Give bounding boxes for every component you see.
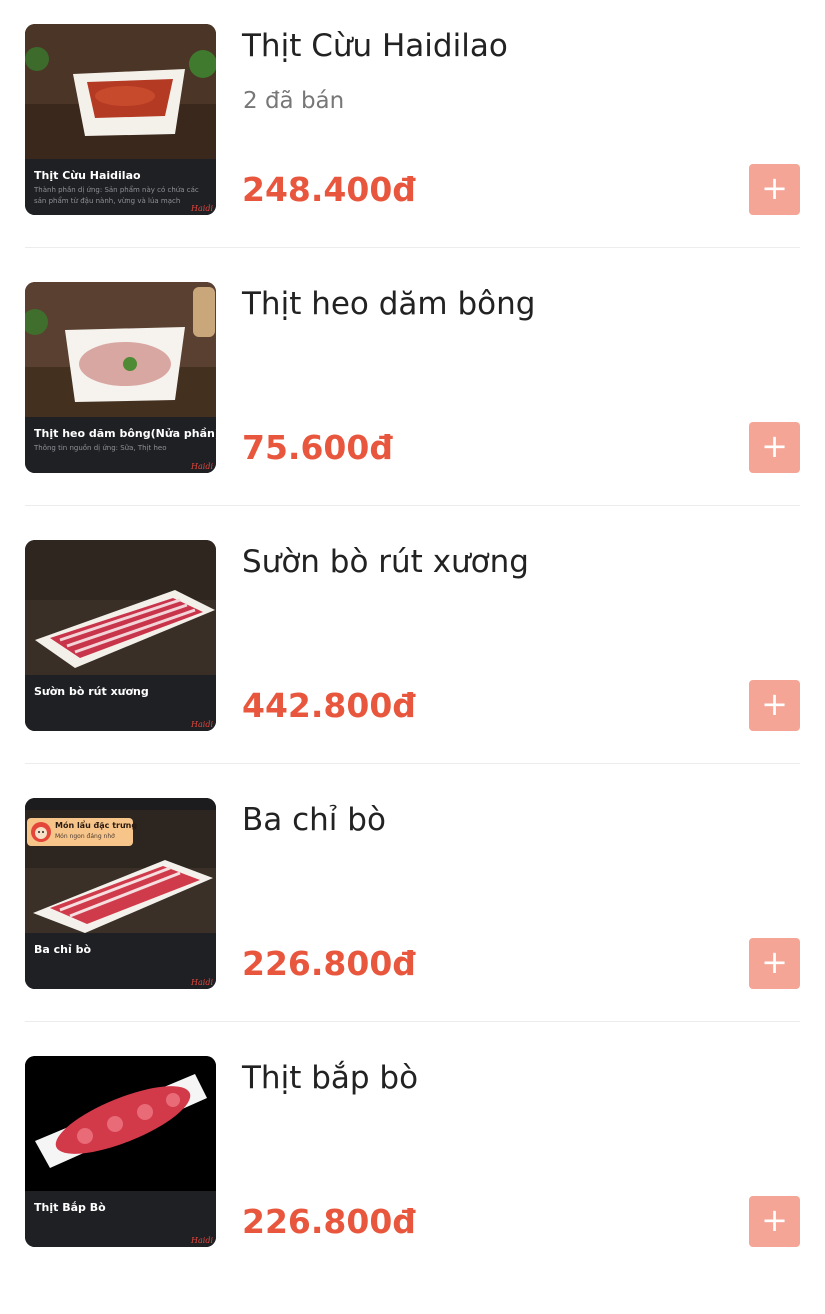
image-caption-title: Sườn bò rút xương — [34, 685, 149, 698]
brand-watermark: Haidi — [191, 1236, 213, 1245]
product-price: 75.600đ — [242, 428, 393, 467]
add-to-cart-button[interactable]: + — [749, 164, 800, 215]
divider — [25, 505, 800, 506]
product-photo — [25, 540, 216, 675]
product-list: Thịt Cừu Haidilao Thành phần dị ứng: Sản… — [0, 24, 825, 1314]
product-price: 226.800đ — [242, 944, 416, 983]
product-item[interactable]: Sườn bò rút xương Haidi Sườn bò rút xươn… — [0, 540, 825, 798]
product-photo — [25, 282, 216, 417]
image-caption-title: Thịt Cừu Haidilao — [34, 169, 141, 182]
product-item[interactable]: Thịt Bắp Bò Haidi Thịt bắp bò 226.800đ + — [0, 1056, 825, 1314]
product-image[interactable]: Thịt heo dăm bông(Nửa phần) Thông tin ng… — [25, 282, 216, 473]
plus-icon: + — [761, 169, 788, 207]
product-image[interactable]: Thịt Bắp Bò Haidi — [25, 1056, 216, 1247]
product-image[interactable]: Sườn bò rút xương Haidi — [25, 540, 216, 731]
product-price: 226.800đ — [242, 1202, 416, 1241]
add-to-cart-button[interactable]: + — [749, 1196, 800, 1247]
plus-icon: + — [761, 427, 788, 465]
product-name[interactable]: Ba chỉ bò — [242, 802, 386, 838]
mascot-icon — [31, 822, 51, 842]
image-caption: Ba chỉ bò Haidi — [25, 933, 216, 989]
add-to-cart-button[interactable]: + — [749, 938, 800, 989]
plus-icon: + — [761, 943, 788, 981]
image-caption-title: Ba chỉ bò — [34, 943, 92, 956]
image-caption: Thịt Cừu Haidilao Thành phần dị ứng: Sản… — [25, 159, 216, 215]
image-caption: Thịt Bắp Bò Haidi — [25, 1191, 216, 1247]
image-caption-title: Thịt Bắp Bò — [34, 1201, 106, 1214]
add-to-cart-button[interactable]: + — [749, 680, 800, 731]
product-price: 248.400đ — [242, 170, 416, 209]
divider — [25, 763, 800, 764]
image-caption: Sườn bò rút xương Haidi — [25, 675, 216, 731]
brand-watermark: Haidi — [191, 720, 213, 729]
image-caption-title: Thịt heo dăm bông(Nửa phần) — [34, 427, 216, 440]
product-photo — [25, 1056, 216, 1191]
divider — [25, 247, 800, 248]
plus-icon: + — [761, 1201, 788, 1239]
brand-watermark: Haidi — [191, 462, 213, 471]
product-item[interactable]: Thịt Cừu Haidilao Thành phần dị ứng: Sản… — [0, 24, 825, 282]
image-caption-subtitle: Thành phần dị ứng: Sản phẩm này có chứa … — [34, 186, 199, 205]
brand-watermark: Haidi — [191, 978, 213, 987]
product-image[interactable]: Thịt Cừu Haidilao Thành phần dị ứng: Sản… — [25, 24, 216, 215]
image-caption-subtitle: Thông tin nguồn dị ứng: Sữa, Thịt heo — [34, 444, 167, 452]
image-caption: Thịt heo dăm bông(Nửa phần) Thông tin ng… — [25, 417, 216, 473]
product-price: 442.800đ — [242, 686, 416, 725]
product-image[interactable]: Món lẩu đặc trưng Món ngon đáng nhớ Ba c… — [25, 798, 216, 989]
product-item[interactable]: Thịt heo dăm bông(Nửa phần) Thông tin ng… — [0, 282, 825, 540]
plus-icon: + — [761, 685, 788, 723]
divider — [25, 1021, 800, 1022]
brand-watermark: Haidi — [191, 204, 213, 213]
product-name[interactable]: Thịt heo dăm bông — [242, 286, 535, 322]
product-name[interactable]: Thịt bắp bò — [242, 1060, 418, 1096]
product-photo — [25, 24, 216, 159]
product-name[interactable]: Thịt Cừu Haidilao — [242, 28, 508, 64]
badge-title: Món lẩu đặc trưng — [55, 821, 138, 830]
product-name[interactable]: Sườn bò rút xương — [242, 544, 529, 580]
product-item[interactable]: Món lẩu đặc trưng Món ngon đáng nhớ Ba c… — [0, 798, 825, 1056]
sold-count: 2 đã bán — [243, 88, 345, 114]
signature-dish-badge: Món lẩu đặc trưng Món ngon đáng nhớ — [27, 818, 137, 846]
add-to-cart-button[interactable]: + — [749, 422, 800, 473]
badge-subtitle: Món ngon đáng nhớ — [55, 833, 115, 840]
